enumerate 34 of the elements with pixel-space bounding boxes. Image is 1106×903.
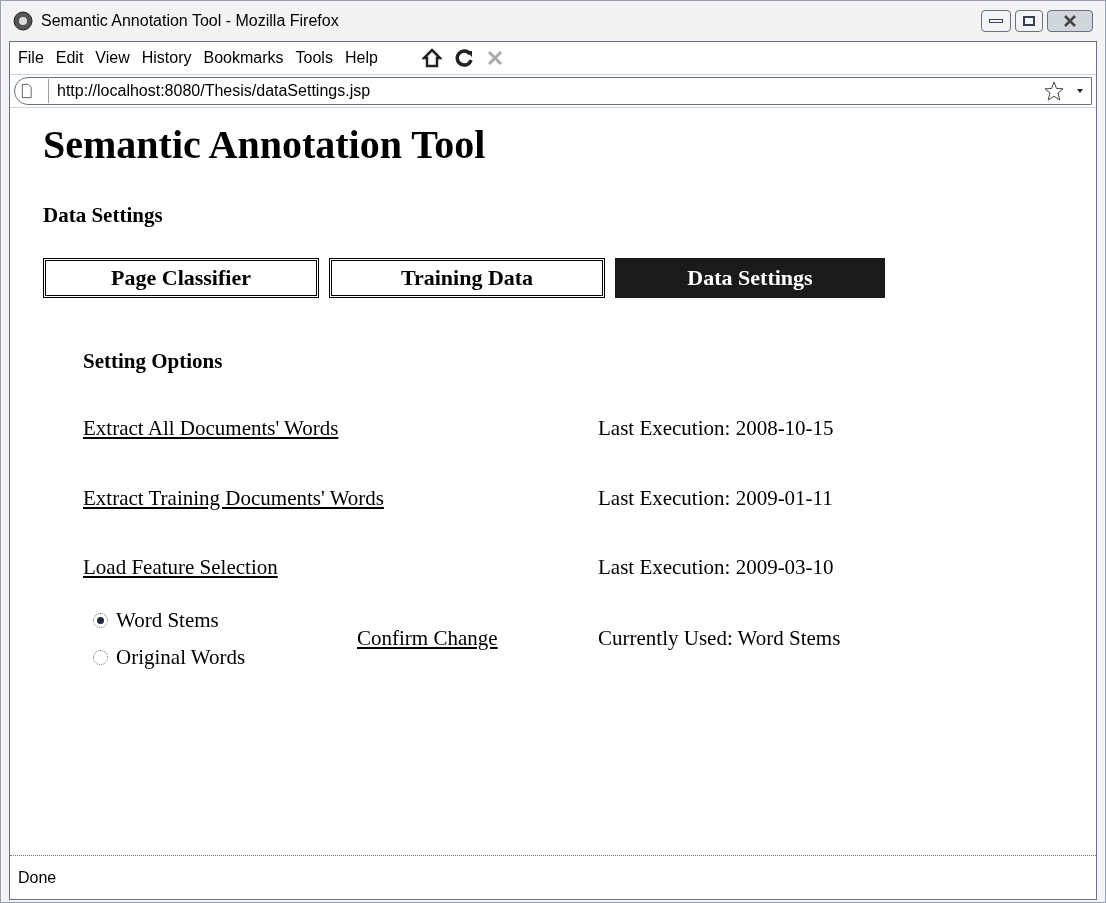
radio-label: Original Words bbox=[116, 643, 246, 671]
menu-item[interactable]: Edit bbox=[55, 46, 84, 70]
star-icon[interactable] bbox=[1043, 80, 1065, 102]
tab[interactable]: Training Data bbox=[329, 257, 605, 298]
section-heading: Data Settings bbox=[43, 202, 164, 229]
maximize-button[interactable] bbox=[1015, 10, 1043, 32]
tab[interactable]: Data Settings bbox=[615, 257, 885, 298]
page-title: Semantic Annotation Tool bbox=[43, 121, 487, 169]
reload-icon[interactable] bbox=[453, 48, 474, 68]
action-link[interactable]: Load Feature Selection bbox=[83, 555, 278, 579]
current-setting-text: Currently Used: Word Stems bbox=[598, 624, 841, 652]
last-execution-text: Last Execution: 2009-01-11 bbox=[598, 484, 833, 512]
last-execution-text: Last Execution: 2009-03-10 bbox=[598, 554, 834, 581]
confirm-change-link[interactable]: Confirm Change bbox=[357, 622, 598, 655]
tab[interactable]: Page Classifier bbox=[43, 257, 319, 298]
menu-item[interactable]: View bbox=[95, 46, 130, 70]
window-title: Semantic Annotation Tool - Mozilla Firefox bbox=[41, 11, 339, 31]
menu-item[interactable]: Bookmarks bbox=[203, 46, 284, 70]
radio-label: Word Stems bbox=[116, 606, 219, 634]
status-text: Done bbox=[18, 867, 57, 888]
section-heading: Setting Options bbox=[83, 347, 224, 375]
action-link[interactable]: Extract Training Documents' Words bbox=[83, 485, 384, 510]
minimize-button[interactable] bbox=[981, 10, 1011, 32]
dropdown-arrow-icon[interactable] bbox=[1077, 88, 1083, 94]
menu-item[interactable]: History bbox=[141, 46, 192, 70]
close-icon bbox=[1063, 15, 1077, 27]
browser-logo-icon bbox=[13, 11, 33, 31]
last-execution-text: Last Execution: 2008-10-15 bbox=[598, 415, 834, 442]
menu-item[interactable]: File bbox=[18, 46, 44, 70]
menu-item[interactable]: Tools bbox=[295, 46, 333, 70]
home-icon[interactable] bbox=[421, 48, 442, 68]
close-button[interactable] bbox=[1047, 10, 1093, 32]
action-link[interactable]: Extract All Documents' Words bbox=[83, 416, 339, 440]
menu-item[interactable]: Help bbox=[344, 46, 378, 70]
